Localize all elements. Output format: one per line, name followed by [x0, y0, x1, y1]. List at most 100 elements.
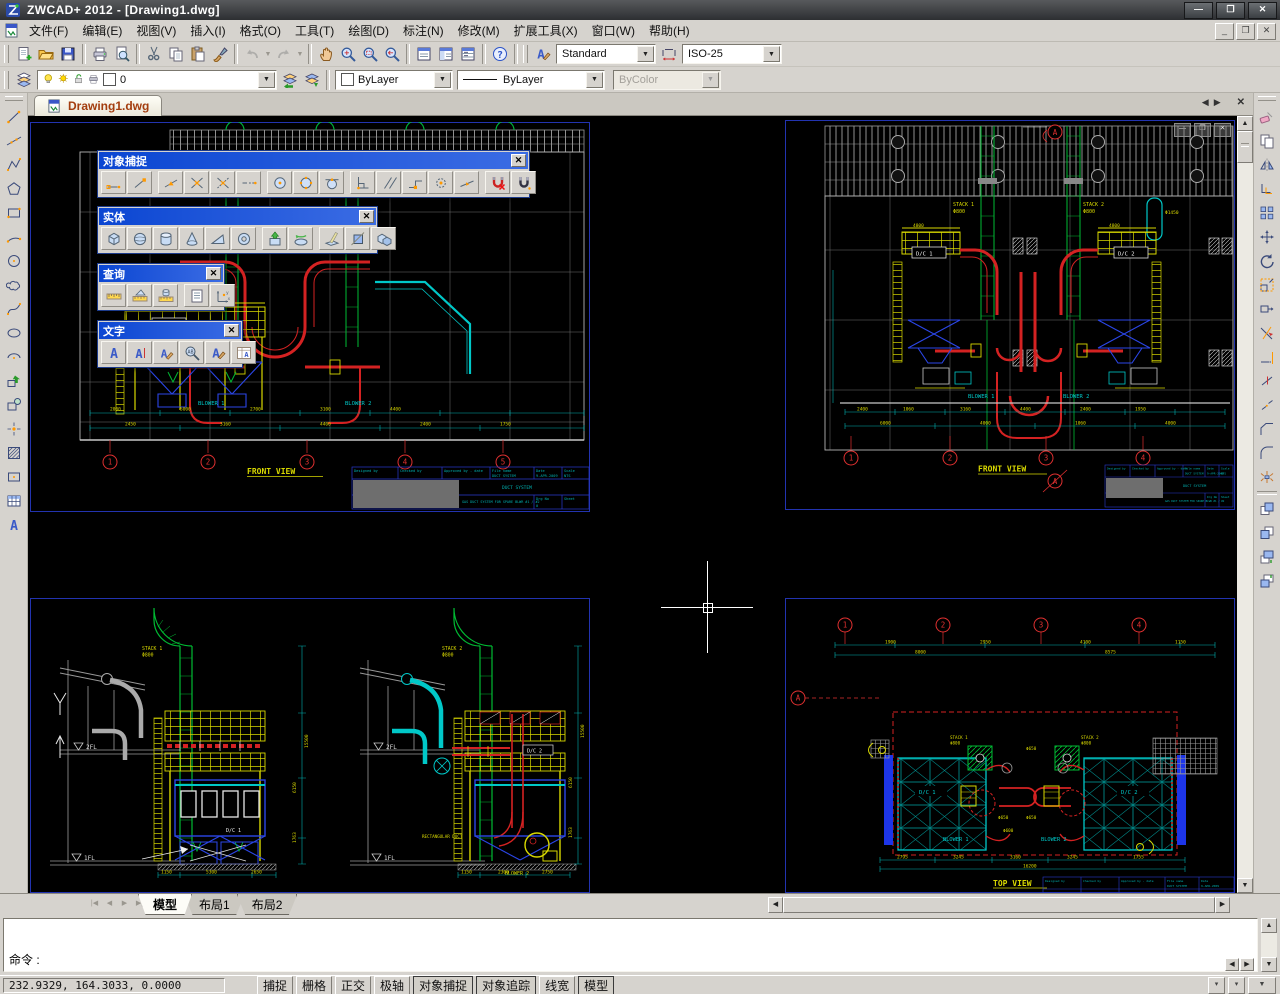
document-tab[interactable]: Drawing1.dwg	[34, 95, 162, 116]
fillet-button[interactable]	[1255, 441, 1279, 465]
point-button[interactable]	[2, 417, 26, 441]
save-button[interactable]	[57, 43, 79, 65]
region-button[interactable]	[2, 465, 26, 489]
undo-button[interactable]	[241, 43, 263, 65]
toggle-model[interactable]: 模型	[578, 976, 614, 994]
scale-text-button[interactable]: A	[231, 341, 256, 364]
cylinder-button[interactable]	[153, 227, 178, 250]
revolve-button[interactable]	[288, 227, 313, 250]
snap-apparent-intersection-button[interactable]	[210, 171, 235, 194]
menu-view[interactable]: 视图(V)	[129, 20, 183, 41]
layer-states-button[interactable]	[301, 69, 323, 91]
status-extra-button[interactable]: ▾	[1208, 977, 1225, 994]
area-button[interactable]	[127, 284, 152, 307]
explode-button[interactable]	[1255, 465, 1279, 489]
combo-arrow-icon[interactable]: ▼	[763, 46, 780, 62]
properties-palette-button[interactable]	[413, 43, 435, 65]
status-extra-button[interactable]: ▾	[1228, 977, 1245, 994]
command-scrollbar[interactable]: ▲ ▼	[1261, 918, 1277, 972]
array-button[interactable]	[1255, 201, 1279, 225]
snap-intersection-button[interactable]	[184, 171, 209, 194]
combo-arrow-icon[interactable]: ▼	[586, 72, 603, 88]
copy-button[interactable]	[165, 43, 187, 65]
text-style-button[interactable]: A	[532, 43, 554, 65]
ellipse-button[interactable]	[2, 321, 26, 345]
table-button[interactable]	[2, 489, 26, 513]
menu-file[interactable]: 文件(F)	[22, 20, 75, 41]
new-button[interactable]	[13, 43, 35, 65]
torus-button[interactable]	[231, 227, 256, 250]
menu-tools[interactable]: 工具(T)	[288, 20, 341, 41]
snap-none-button[interactable]	[485, 171, 510, 194]
rotate-button[interactable]	[1255, 249, 1279, 273]
locate-point-button[interactable]: yx	[210, 284, 235, 307]
arc-button[interactable]	[2, 225, 26, 249]
snap-tangent-button[interactable]	[319, 171, 344, 194]
distance-button[interactable]	[101, 284, 126, 307]
combo-arrow-icon[interactable]: ▼	[434, 72, 451, 88]
box-button[interactable]	[101, 227, 126, 250]
single-line-text-button[interactable]: A	[127, 341, 152, 364]
toolbar-grip[interactable]	[4, 45, 9, 63]
close-icon[interactable]: ✕	[511, 154, 526, 167]
snap-extension-button[interactable]	[236, 171, 261, 194]
text-style-combobox[interactable]: Standard ▼	[556, 44, 656, 64]
close-icon[interactable]: ✕	[359, 210, 374, 223]
pan-button[interactable]	[315, 43, 337, 65]
cmd-scroll-down-icon[interactable]: ▼	[1261, 957, 1277, 972]
toolbar-grip[interactable]	[4, 71, 9, 89]
snap-endpoint-button[interactable]	[127, 171, 152, 194]
mtext-button[interactable]: A	[2, 513, 26, 537]
hatch-button[interactable]	[2, 441, 26, 465]
polygon-button[interactable]	[2, 177, 26, 201]
close-icon[interactable]: ✕	[1248, 2, 1277, 19]
interfere-button[interactable]	[371, 227, 396, 250]
inquiry-toolbar-titlebar[interactable]: 查询 ✕	[99, 265, 223, 282]
cone-button[interactable]	[179, 227, 204, 250]
tab-close-icon[interactable]: ✕	[1237, 97, 1245, 108]
scroll-down-icon[interactable]: ▼	[1237, 878, 1253, 893]
zoom-realtime-button[interactable]	[337, 43, 359, 65]
list-button[interactable]	[184, 284, 209, 307]
toggle-snap[interactable]: 捕捉	[257, 976, 293, 994]
revision-cloud-button[interactable]	[2, 273, 26, 297]
scale-button[interactable]	[1255, 273, 1279, 297]
rectangle-button[interactable]	[2, 201, 26, 225]
move-button[interactable]	[1255, 225, 1279, 249]
cut-button[interactable]	[143, 43, 165, 65]
drawing-canvas[interactable]: — ❐ ✕ STACK 1 STACK 2	[28, 116, 1237, 893]
snap-perpendicular-button[interactable]	[350, 171, 375, 194]
polyline-button[interactable]	[2, 153, 26, 177]
toolbar-grip[interactable]	[5, 96, 23, 101]
make-block-button[interactable]	[2, 393, 26, 417]
snap-insert-button[interactable]	[402, 171, 427, 194]
break-at-point-button[interactable]	[1255, 369, 1279, 393]
line-button[interactable]	[2, 105, 26, 129]
tab-layout1[interactable]: 布局1	[184, 894, 245, 915]
toggle-otrack[interactable]: 对象追踪	[476, 976, 536, 994]
menu-window[interactable]: 窗口(W)	[585, 20, 642, 41]
menu-express[interactable]: 扩展工具(X)	[507, 20, 585, 41]
offset-button[interactable]	[1255, 177, 1279, 201]
mdi-close-icon[interactable]: ✕	[1257, 23, 1276, 40]
wedge-button[interactable]	[205, 227, 230, 250]
scroll-up-icon[interactable]: ▲	[1237, 116, 1253, 131]
cmd-scroll-up-icon[interactable]: ▲	[1261, 918, 1277, 933]
snap-node-button[interactable]	[428, 171, 453, 194]
combo-arrow-icon[interactable]: ▼	[637, 46, 654, 62]
text-toolbar-titlebar[interactable]: 文字 ✕	[99, 322, 241, 339]
combo-arrow-icon[interactable]: ▼	[258, 72, 275, 88]
dim-style-combobox[interactable]: ISO-25 ▼	[682, 44, 782, 64]
snap-parallel-button[interactable]	[376, 171, 401, 194]
scroll-right-icon[interactable]: ▶	[1215, 897, 1230, 913]
restore-icon[interactable]: ❐	[1216, 2, 1245, 19]
find-replace-button[interactable]: AB	[179, 341, 204, 364]
trim-button[interactable]	[1255, 321, 1279, 345]
spline-button[interactable]	[2, 297, 26, 321]
osnap-settings-button[interactable]	[511, 171, 536, 194]
mdi-restore-icon[interactable]: ❐	[1236, 23, 1255, 40]
text-style-button[interactable]: A	[205, 341, 230, 364]
menu-dimension[interactable]: 标注(N)	[396, 20, 451, 41]
open-button[interactable]	[35, 43, 57, 65]
print-button[interactable]	[89, 43, 111, 65]
